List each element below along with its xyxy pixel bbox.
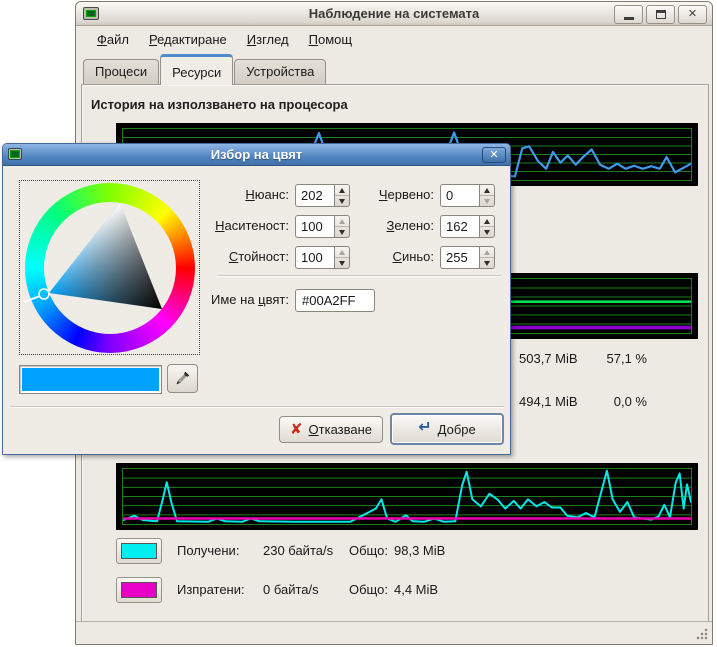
cancel-button[interactable]: ✘ Отказване <box>279 416 383 443</box>
green-down-arrow[interactable] <box>480 226 494 237</box>
received-total: 98,3 MiB <box>394 543 445 558</box>
close-button[interactable]: ✕ <box>678 5 707 24</box>
value-label: Стойност: <box>23 249 289 264</box>
maximize-icon <box>656 10 666 19</box>
red-spinbox[interactable]: 0 <box>440 184 495 207</box>
minimize-button[interactable] <box>614 5 643 24</box>
memory-percent: 57,1 % <box>583 351 647 366</box>
statusbar <box>76 621 712 644</box>
received-legend-row: Получени: 230 байта/s Общо: 98,3 MiB <box>76 538 704 566</box>
dialog-titlebar[interactable]: Избор на цвят ✕ <box>3 144 510 166</box>
sent-color-swatch <box>121 582 157 598</box>
sent-legend-row: Изпратени: 0 байта/s Общо: 4,4 MiB <box>76 577 704 605</box>
memory-amount: 503,7 MiB <box>519 351 583 366</box>
received-label: Получени: <box>177 543 239 558</box>
window-titlebar[interactable]: Наблюдение на системата ✕ <box>76 2 712 26</box>
red-up-arrow[interactable] <box>480 185 494 195</box>
fields-separator <box>217 275 501 277</box>
ok-button-label: Добре <box>438 422 476 437</box>
swap-percent: 0,0 % <box>583 394 647 409</box>
tab-devices[interactable]: Устройства <box>234 59 326 85</box>
cpu-history-title: История на използването на процесора <box>91 97 348 112</box>
screen: Наблюдение на системата ✕ Файл Редактира… <box>0 0 717 647</box>
ok-button[interactable]: ↵ Добре <box>390 413 504 445</box>
dialog-title: Избор на цвят <box>3 147 510 162</box>
action-area-separator <box>11 406 504 408</box>
cancel-button-label: Отказване <box>309 422 373 437</box>
blue-down-arrow[interactable] <box>480 257 494 268</box>
menu-file[interactable]: Файл <box>88 29 138 50</box>
hsv-triangle[interactable] <box>20 181 201 356</box>
menu-view[interactable]: Изглед <box>238 29 298 50</box>
blue-spinbox[interactable]: 255 <box>440 246 495 269</box>
ok-return-icon: ↵ <box>418 420 431 436</box>
swap-usage-row: 494,1 MiB 0,0 % <box>519 394 647 409</box>
menu-help[interactable]: Помощ <box>300 29 361 50</box>
green-label: Зелено: <box>303 218 434 233</box>
color-name-input[interactable]: #00A2FF <box>295 289 375 312</box>
selected-color-fill <box>22 368 159 391</box>
blue-label: Синьо: <box>303 249 434 264</box>
received-color-swatch <box>121 543 157 559</box>
swap-amount: 494,1 MiB <box>519 394 583 409</box>
cancel-x-icon: ✘ <box>290 422 303 437</box>
network-history-chart <box>116 463 698 530</box>
received-total-label: Общо: <box>349 543 388 558</box>
menubar: Файл Редактиране Изглед Помощ <box>78 27 361 52</box>
hue-label: Нюанс: <box>23 187 289 202</box>
color-name-label: Име на цвят: <box>23 292 289 307</box>
tab-processes[interactable]: Процеси <box>83 59 159 85</box>
menu-edit[interactable]: Редактиране <box>140 29 236 50</box>
sent-color-button[interactable] <box>116 577 162 603</box>
received-color-button[interactable] <box>116 538 162 564</box>
sent-label: Изпратени: <box>177 582 245 597</box>
maximize-button[interactable] <box>646 5 675 24</box>
resize-grip-icon[interactable] <box>696 628 708 640</box>
eyedropper-icon <box>174 370 191 387</box>
selected-color-preview <box>19 365 162 394</box>
system-monitor-icon <box>83 7 99 20</box>
sent-rate: 0 байта/s <box>263 582 319 597</box>
close-icon: ✕ <box>688 9 697 20</box>
sent-total-label: Общо: <box>349 582 388 597</box>
received-rate: 230 байта/s <box>263 543 333 558</box>
minimize-icon <box>624 17 634 20</box>
green-up-arrow[interactable] <box>480 216 494 226</box>
red-down-arrow[interactable] <box>480 195 494 206</box>
tab-resources[interactable]: Ресурси <box>160 54 233 85</box>
color-picker-dialog: Избор на цвят ✕ <box>2 143 511 455</box>
eyedropper-button[interactable] <box>167 364 198 393</box>
saturation-label: Наситеност: <box>23 218 289 233</box>
blue-up-arrow[interactable] <box>480 247 494 257</box>
dialog-close-button[interactable]: ✕ <box>482 147 506 163</box>
green-spinbox[interactable]: 162 <box>440 215 495 238</box>
sent-total: 4,4 MiB <box>394 582 438 597</box>
red-label: Червено: <box>303 187 434 202</box>
tab-bar: Процеси Ресурси Устройства <box>83 54 327 85</box>
memory-usage-row: 503,7 MiB 57,1 % <box>519 351 647 366</box>
